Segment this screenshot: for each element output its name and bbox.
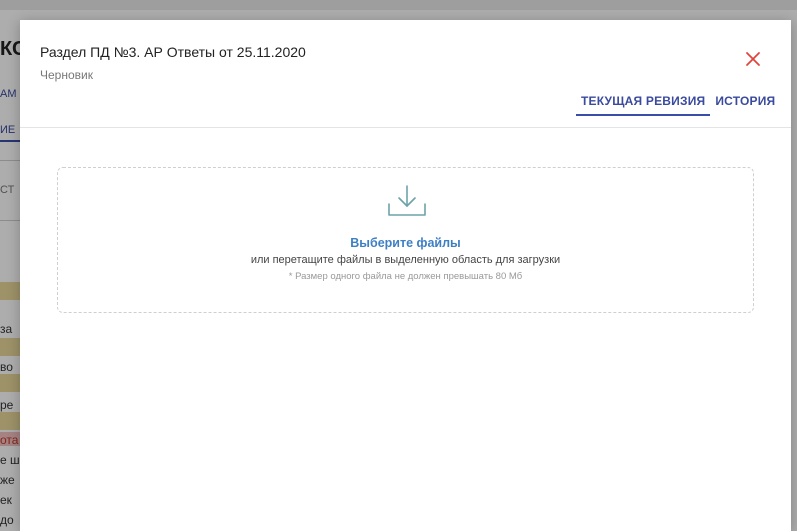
modal-tabs: ТЕКУЩАЯ РЕВИЗИЯ ИСТОРИЯ (576, 92, 780, 116)
choose-files-link[interactable]: Выберите файлы (58, 236, 753, 250)
file-dropzone[interactable]: Выберите файлы или перетащите файлы в вы… (57, 167, 754, 313)
tab-history[interactable]: ИСТОРИЯ (710, 92, 780, 116)
document-status: Черновик (40, 68, 93, 82)
tab-current-revision[interactable]: ТЕКУЩАЯ РЕВИЗИЯ (576, 92, 711, 116)
file-size-note: * Размер одного файла не должен превышат… (288, 271, 523, 282)
close-icon (746, 52, 760, 66)
drop-hint-text: или перетащите файлы в выделенную област… (250, 254, 561, 266)
download-tray-icon (388, 185, 426, 216)
close-button[interactable] (744, 50, 762, 68)
modal-header: Раздел ПД №3. АР Ответы от 25.11.2020 Че… (20, 20, 791, 128)
modal-title: Раздел ПД №3. АР Ответы от 25.11.2020 (40, 44, 306, 60)
upload-modal: Раздел ПД №3. АР Ответы от 25.11.2020 Че… (20, 20, 791, 531)
